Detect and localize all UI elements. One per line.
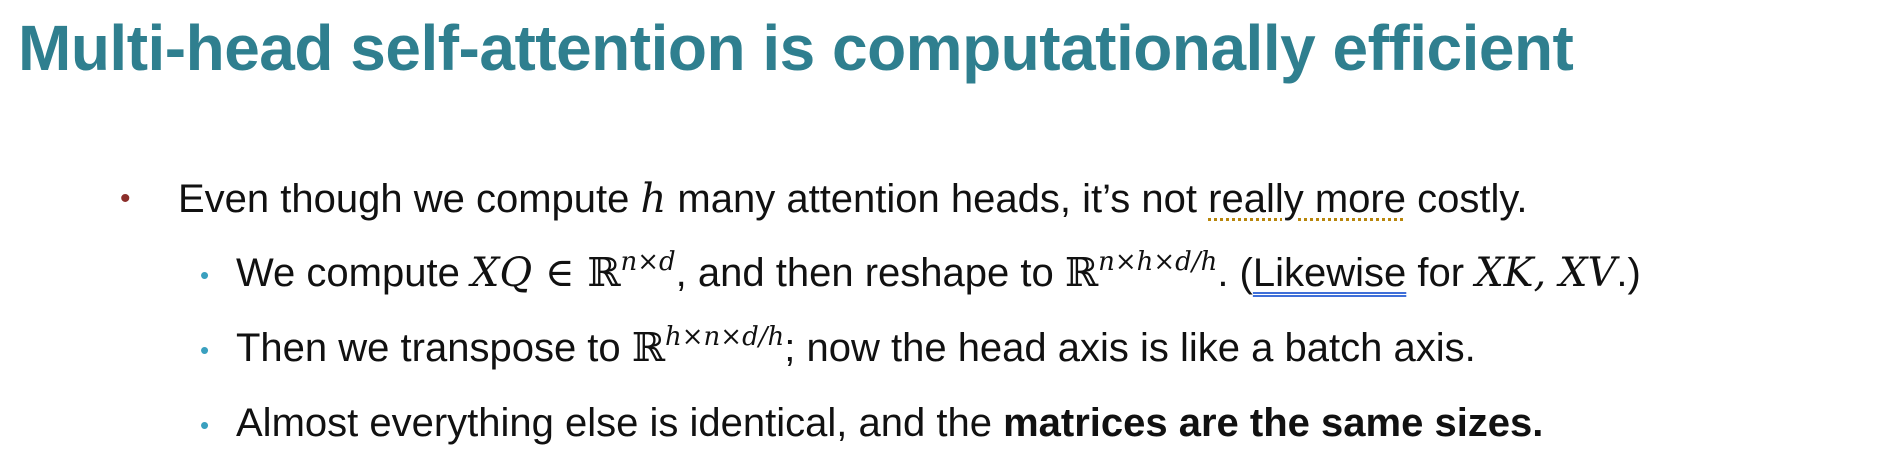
bullet-1-text-pre: Even though we compute: [178, 177, 641, 221]
math-vars-xk-xv: XK, XV: [1475, 250, 1617, 296]
bullet-3-text-pre: Then we transpose to: [236, 326, 632, 370]
bullet-2-text-mid: , and then reshape to: [675, 251, 1065, 295]
bullet-3-text-post: ; now the head axis is like a batch axis…: [784, 326, 1476, 370]
math-reals-3: ℝ: [631, 325, 666, 371]
math-exponent-1: n×d: [620, 247, 676, 277]
bullet-2-text-mid3: for: [1406, 251, 1476, 295]
bullet-1-text-mid: many attention heads, it’s not: [666, 177, 1209, 221]
bullet-2-text-pre: We compute: [236, 251, 471, 295]
bullet-4-bold-text: matrices are the same sizes.: [1003, 401, 1544, 445]
slide: Multi-head self-attention is computation…: [0, 0, 1894, 466]
math-expr-xq: XQ ∈: [470, 250, 588, 296]
bullet-2: We compute XQ ∈ ℝn×d, and then reshape t…: [236, 248, 1641, 298]
sub-bullet-marker: •: [200, 260, 210, 290]
grammar-flagged-text[interactable]: Likewise: [1253, 251, 1406, 295]
bullet-4-text-pre: Almost everything else is identical, and…: [236, 401, 1004, 445]
bullet-1: Even though we compute h many attention …: [178, 174, 1527, 224]
bullet-2-text-mid2: . (: [1217, 251, 1253, 295]
math-exponent-2: n×h×d/h: [1098, 247, 1218, 277]
bullet-1-text-post: costly.: [1405, 177, 1528, 221]
math-reals-2: ℝ: [1064, 250, 1099, 296]
spellcheck-flagged-text[interactable]: really more: [1208, 177, 1406, 221]
math-exponent-3: h×n×d/h: [665, 322, 785, 352]
bullet-marker: •: [120, 182, 131, 215]
bullet-2-text-post: .): [1616, 251, 1641, 295]
bullet-4: Almost everything else is identical, and…: [236, 398, 1543, 448]
slide-title: Multi-head self-attention is computation…: [18, 12, 1574, 84]
math-var-h: h: [640, 176, 667, 222]
bullet-3: Then we transpose to ℝh×n×d/h; now the h…: [236, 323, 1476, 373]
math-reals-1: ℝ: [587, 250, 621, 296]
sub-bullet-marker: •: [200, 335, 210, 365]
sub-bullet-marker: •: [200, 410, 210, 440]
